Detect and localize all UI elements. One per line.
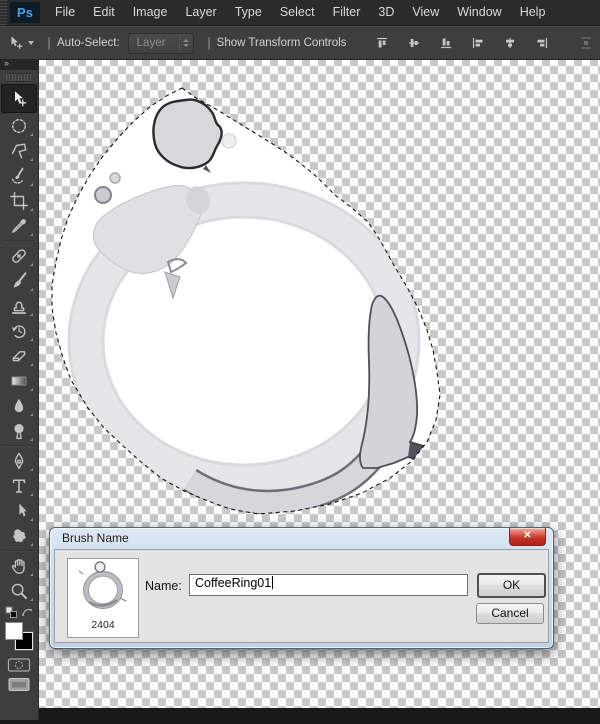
brush-name-input[interactable]: CoffeeRing01 <box>189 574 468 596</box>
menu-view[interactable]: View <box>403 0 448 25</box>
text-caret <box>272 576 274 589</box>
tool-polygonal-lasso[interactable] <box>2 138 36 163</box>
cancel-button[interactable]: Cancel <box>476 603 544 624</box>
menu-3d[interactable]: 3D <box>369 0 403 25</box>
align-right-edges-icon[interactable] <box>534 35 550 51</box>
menu-help[interactable]: Help <box>511 0 555 25</box>
foreground-color-swatch[interactable] <box>5 622 23 640</box>
align-vertical-centers-icon[interactable] <box>406 35 422 51</box>
options-bar: Auto-Select: Layer Show Transform Contro… <box>0 26 600 60</box>
photoshop-logo: Ps <box>10 2 40 23</box>
menu-select[interactable]: Select <box>271 0 324 25</box>
photoshop-window: Ps File Edit Image Layer Type Select Fil… <box>0 0 600 724</box>
menu-type[interactable]: Type <box>226 0 271 25</box>
dialog-title[interactable]: Brush Name <box>62 531 129 545</box>
tool-history-brush[interactable] <box>2 318 36 343</box>
align-left-edges-icon[interactable] <box>470 35 486 51</box>
tools-panel: » <box>0 58 39 720</box>
quick-mask-button[interactable] <box>2 657 36 673</box>
menu-filter[interactable]: Filter <box>324 0 370 25</box>
align-bottom-edges-icon[interactable] <box>438 35 454 51</box>
divider <box>3 445 35 446</box>
tool-hand[interactable] <box>2 553 36 578</box>
show-transform-label: Show Transform Controls <box>216 37 347 49</box>
tool-elliptical-marquee[interactable] <box>2 113 36 138</box>
layer-select-value: Layer <box>136 37 166 49</box>
brush-preview: 2404 <box>67 558 139 638</box>
divider <box>3 240 35 241</box>
tool-clone-stamp[interactable] <box>2 293 36 318</box>
name-field-label: Name: <box>145 579 182 593</box>
tool-gradient[interactable] <box>2 368 36 393</box>
screen-mode-button[interactable] <box>2 676 36 694</box>
tool-type[interactable] <box>2 473 36 498</box>
divider <box>3 550 35 551</box>
auto-select-label: Auto-Select: <box>57 37 120 49</box>
selection-marching-ants <box>51 87 441 515</box>
menu-window[interactable]: Window <box>448 0 510 25</box>
quick-mask-icon <box>7 658 31 672</box>
align-horizontal-centers-icon[interactable] <box>502 35 518 51</box>
menu-bar: Ps File Edit Image Layer Type Select Fil… <box>0 0 600 26</box>
color-swatches <box>5 622 35 654</box>
brush-name-dialog: Brush Name ✕ 2404 Name: CoffeeRing01 OK … <box>49 527 554 649</box>
brush-size-label: 2404 <box>91 619 115 631</box>
show-transform-checkbox[interactable] <box>207 36 210 50</box>
tool-crop[interactable] <box>2 188 36 213</box>
distribute-icon-1 <box>578 35 594 51</box>
tool-quick-selection[interactable] <box>2 163 36 188</box>
screen-mode-icon <box>8 678 30 691</box>
tool-brush[interactable] <box>2 268 36 293</box>
close-icon[interactable]: ✕ <box>509 528 546 546</box>
tool-custom-shape[interactable] <box>2 523 36 548</box>
tool-zoom[interactable] <box>2 578 36 603</box>
menu-layer[interactable]: Layer <box>176 0 225 25</box>
menu-edit[interactable]: Edit <box>84 0 124 25</box>
layer-select-dropdown[interactable]: Layer <box>127 32 194 54</box>
panel-drag-grip[interactable] <box>6 73 32 82</box>
ok-button[interactable]: OK <box>477 573 546 598</box>
status-bar <box>0 708 600 724</box>
panel-grip <box>0 0 7 25</box>
tool-path-selection[interactable] <box>2 498 36 523</box>
menu-image[interactable]: Image <box>124 0 177 25</box>
dropdown-spinner-icon <box>178 33 193 53</box>
default-colors-icon[interactable] <box>5 606 18 619</box>
dialog-body: 2404 Name: CoffeeRing01 OK Cancel <box>54 549 549 643</box>
tool-eraser[interactable] <box>2 343 36 368</box>
swap-colors-icon[interactable] <box>21 606 33 618</box>
tool-eyedropper[interactable] <box>2 213 36 238</box>
color-mini-controls <box>0 603 38 621</box>
tool-preset-caret-icon[interactable] <box>28 41 34 45</box>
brush-preview-coffee-ring-icon <box>78 561 127 609</box>
tool-dodge[interactable] <box>2 418 36 443</box>
tool-healing-brush[interactable] <box>2 243 36 268</box>
move-tool-icon[interactable] <box>8 35 24 51</box>
brush-name-value: CoffeeRing01 <box>195 576 272 590</box>
tool-move[interactable] <box>1 84 37 113</box>
tool-blur[interactable] <box>2 393 36 418</box>
auto-select-checkbox[interactable] <box>48 36 50 50</box>
menu-file[interactable]: File <box>46 0 84 25</box>
align-top-edges-icon[interactable] <box>374 35 390 51</box>
tool-pen[interactable] <box>2 448 36 473</box>
